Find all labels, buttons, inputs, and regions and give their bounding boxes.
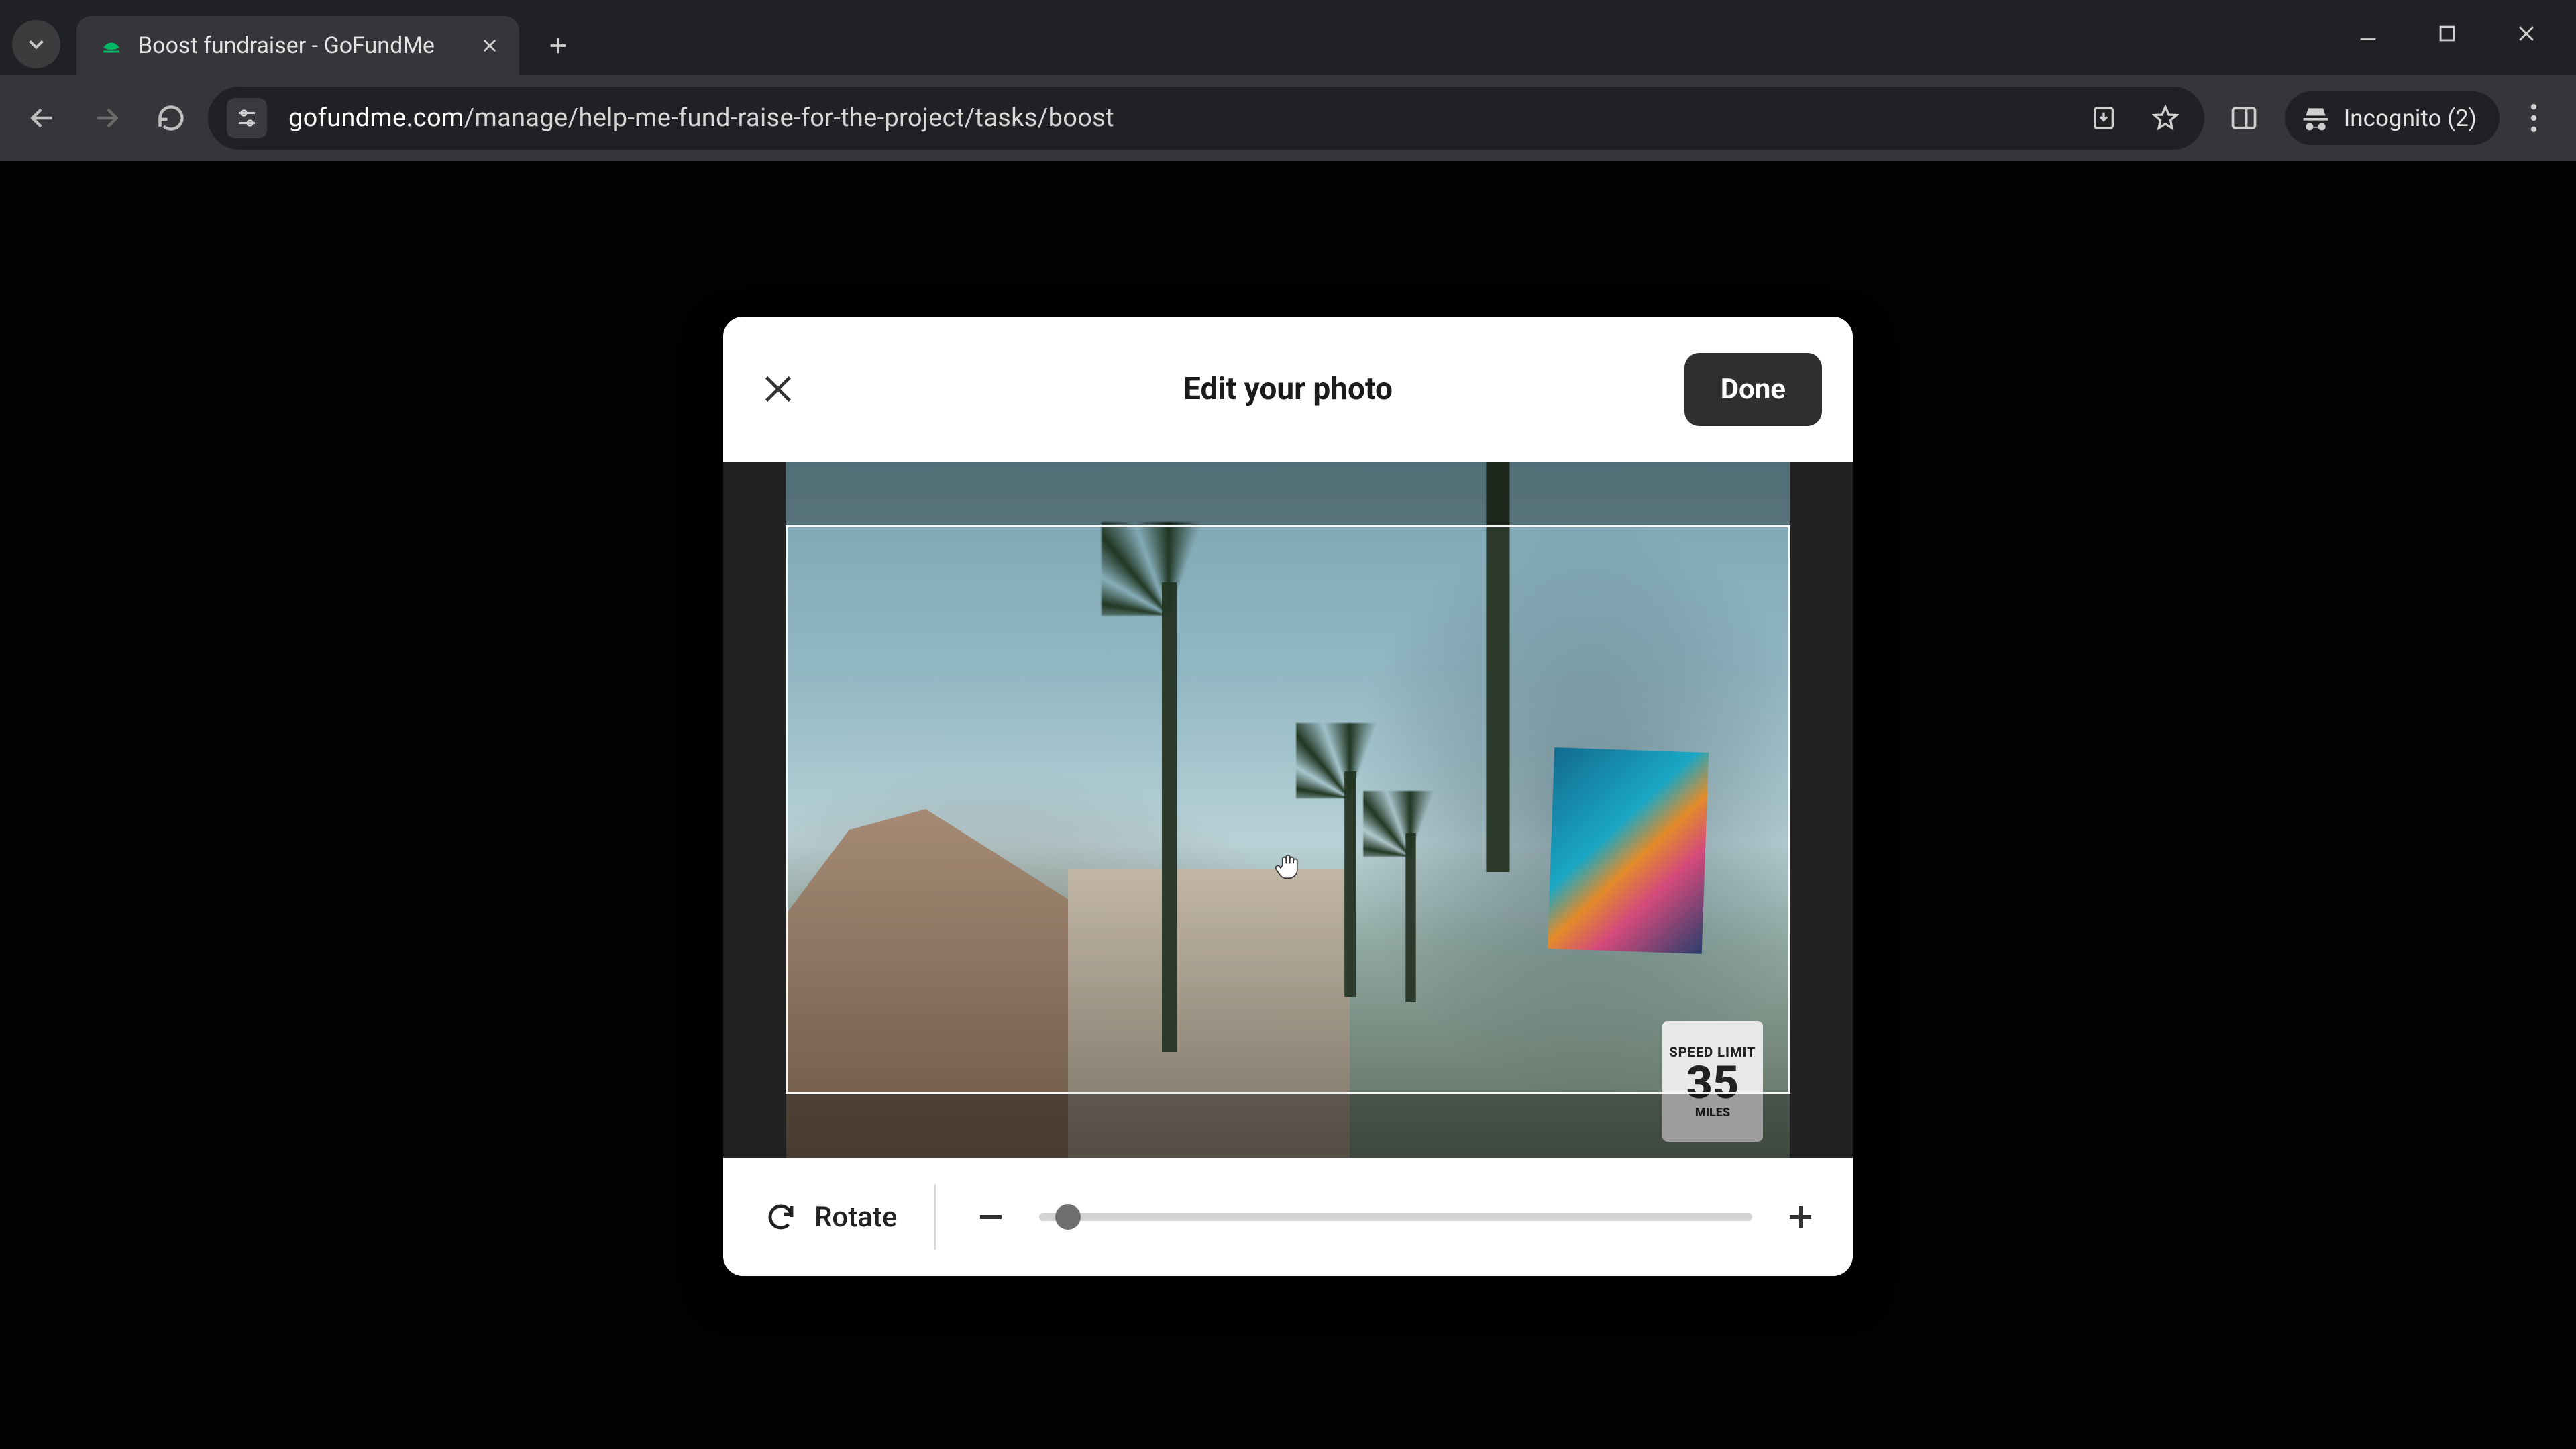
done-button[interactable]: Done — [1684, 353, 1822, 426]
page-content: Edit your photo Done SPEED LIMIT 35 — [0, 161, 2576, 1449]
modal-header: Edit your photo Done — [723, 317, 1853, 462]
edit-photo-modal: Edit your photo Done SPEED LIMIT 35 — [723, 317, 1853, 1276]
maximize-icon — [2436, 22, 2459, 45]
nav-reload-button[interactable] — [144, 91, 199, 146]
window-minimize-button[interactable] — [2332, 9, 2404, 58]
photo-crop-area[interactable]: SPEED LIMIT 35 MILES — [723, 462, 1853, 1158]
tab-title: Boost fundraiser - GoFundMe — [138, 32, 464, 59]
modal-toolbar: Rotate — [723, 1158, 1853, 1276]
close-icon — [2515, 22, 2538, 45]
rotate-icon — [765, 1201, 797, 1233]
sign-line2: MILES — [1695, 1106, 1730, 1120]
browser-toolbar: gofundme.com/manage/help-me-fund-raise-f… — [0, 75, 2576, 161]
photo-preview[interactable]: SPEED LIMIT 35 MILES — [786, 462, 1790, 1158]
minus-icon — [975, 1201, 1007, 1233]
speed-limit-sign: SPEED LIMIT 35 MILES — [1662, 1021, 1763, 1142]
window-maximize-button[interactable] — [2411, 9, 2483, 58]
zoom-in-button[interactable] — [1779, 1195, 1822, 1238]
star-icon — [2152, 105, 2179, 131]
new-tab-button[interactable] — [538, 25, 578, 66]
plus-icon — [1784, 1201, 1817, 1233]
rotate-label: Rotate — [814, 1201, 897, 1234]
sign-number: 35 — [1686, 1060, 1739, 1106]
nav-forward-button[interactable] — [79, 91, 134, 146]
window-controls — [2332, 9, 2563, 58]
close-icon — [480, 36, 499, 55]
kebab-icon — [2530, 104, 2537, 132]
modal-title: Edit your photo — [723, 371, 1853, 407]
incognito-indicator[interactable]: Incognito (2) — [2285, 91, 2500, 145]
address-bar[interactable]: gofundme.com/manage/help-me-fund-raise-f… — [208, 87, 2204, 150]
url-text: gofundme.com/manage/help-me-fund-raise-f… — [288, 103, 2062, 133]
zoom-slider-thumb[interactable] — [1055, 1204, 1081, 1230]
url-domain: gofundme.com — [288, 103, 464, 133]
install-icon — [2090, 105, 2117, 131]
minimize-icon — [2357, 22, 2379, 45]
zoom-out-button[interactable] — [969, 1195, 1012, 1238]
reload-icon — [156, 103, 186, 133]
bookmark-button[interactable] — [2145, 98, 2186, 138]
arrow-right-icon — [92, 103, 121, 133]
modal-close-button[interactable] — [754, 365, 802, 413]
zoom-slider[interactable] — [1039, 1213, 1752, 1221]
tab-strip: Boost fundraiser - GoFundMe — [0, 0, 2576, 75]
side-panel-button[interactable] — [2214, 88, 2274, 148]
tab-close-button[interactable] — [479, 35, 500, 56]
site-info-button[interactable] — [227, 98, 267, 138]
url-path: /manage/help-me-fund-raise-for-the-proje… — [464, 103, 1114, 133]
install-app-button[interactable] — [2084, 98, 2124, 138]
plus-icon — [547, 34, 570, 57]
side-panel-icon — [2229, 103, 2259, 133]
gofundme-favicon-icon — [99, 34, 123, 58]
nav-back-button[interactable] — [15, 91, 70, 146]
window-close-button[interactable] — [2490, 9, 2563, 58]
incognito-label: Incognito (2) — [2344, 105, 2477, 132]
tab-search-button[interactable] — [12, 20, 60, 68]
tune-icon — [235, 106, 259, 130]
browser-tab-active[interactable]: Boost fundraiser - GoFundMe — [76, 16, 519, 75]
close-icon — [761, 372, 796, 407]
browser-menu-button[interactable] — [2506, 91, 2561, 146]
zoom-controls — [936, 1195, 1822, 1238]
incognito-icon — [2301, 103, 2330, 133]
arrow-left-icon — [28, 103, 57, 133]
rotate-button[interactable]: Rotate — [765, 1158, 936, 1276]
